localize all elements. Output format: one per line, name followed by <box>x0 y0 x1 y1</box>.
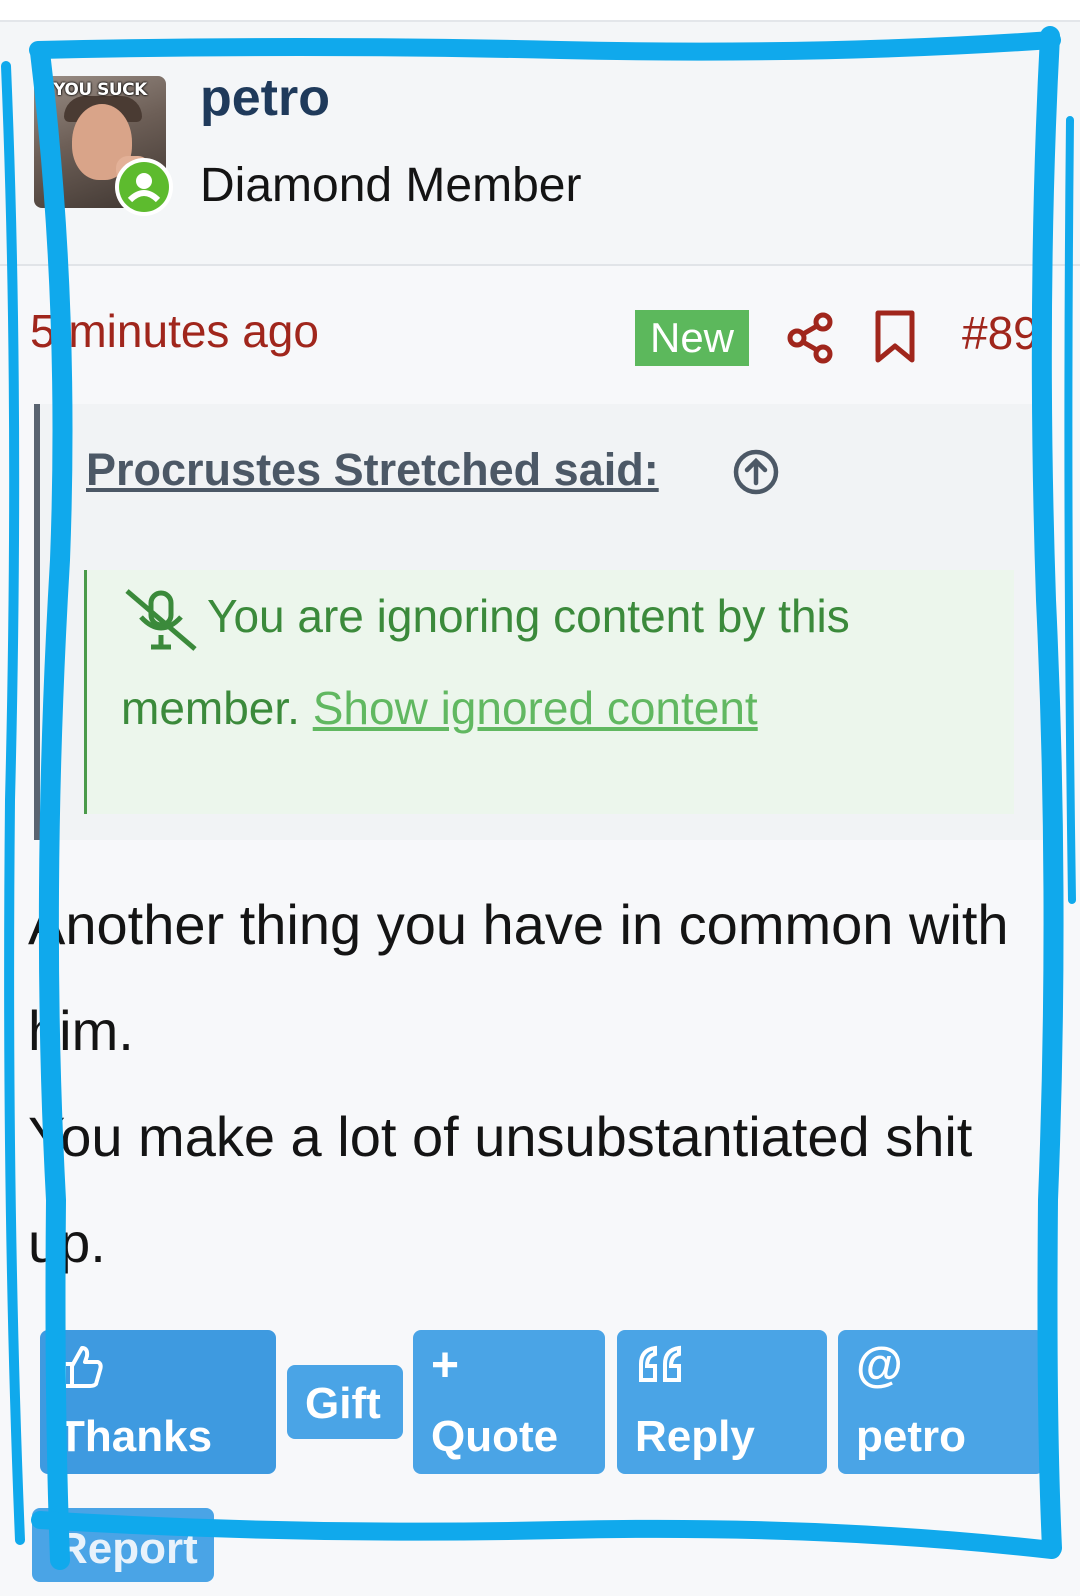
report-button[interactable]: Report <box>32 1508 214 1582</box>
post-page: YOU SUCK petro Diamond Member 5 minutes … <box>0 0 1080 1596</box>
share-icon[interactable] <box>786 312 836 364</box>
mention-label: petro <box>856 1412 966 1461</box>
quote-marks-icon <box>639 1345 681 1382</box>
ignored-mute-icon <box>125 588 197 651</box>
quote-button[interactable]: + Quote <box>413 1330 605 1474</box>
username-link[interactable]: petro <box>200 68 330 128</box>
reply-label: Reply <box>635 1412 755 1461</box>
ignored-content-notice: You are ignoring content by this member.… <box>84 570 1014 814</box>
post-number-link[interactable]: #89 <box>962 306 1039 360</box>
quote-attribution-link[interactable]: Procrustes Stretched said: <box>86 444 659 496</box>
show-ignored-content-link[interactable]: Show ignored content <box>313 682 758 734</box>
plus-icon: + <box>431 1339 460 1392</box>
post-author-header: YOU SUCK petro Diamond Member <box>0 22 1080 266</box>
mention-button[interactable]: @ petro <box>838 1330 1044 1474</box>
user-title: Diamond Member <box>200 159 582 212</box>
report-label: Report <box>56 1524 198 1573</box>
thanks-button[interactable]: Thanks <box>40 1330 276 1474</box>
thumbs-up-icon <box>62 1346 103 1388</box>
post-body-line: You make a lot of unsubstantiated shit u… <box>28 1105 973 1274</box>
new-badge: New <box>635 310 749 366</box>
bookmark-icon[interactable] <box>874 310 916 364</box>
reply-button[interactable]: Reply <box>617 1330 827 1474</box>
post-timestamp[interactable]: 5 minutes ago <box>30 304 319 358</box>
avatar-caption: YOU SUCK <box>53 80 147 100</box>
at-icon: @ <box>856 1339 903 1392</box>
online-status-icon <box>115 158 173 216</box>
post-body: Another thing you have in common with hi… <box>28 872 1048 1296</box>
quote-label: Quote <box>431 1412 559 1461</box>
jump-to-quote-icon[interactable] <box>732 448 780 496</box>
thanks-label: Thanks <box>58 1412 213 1461</box>
top-divider <box>0 0 1080 22</box>
gift-label: Gift <box>305 1379 381 1428</box>
gift-button[interactable]: Gift <box>287 1365 403 1439</box>
post-body-line: Another thing you have in common with hi… <box>28 893 1009 1062</box>
quote-block: Procrustes Stretched said: You are ignor… <box>34 404 1048 840</box>
